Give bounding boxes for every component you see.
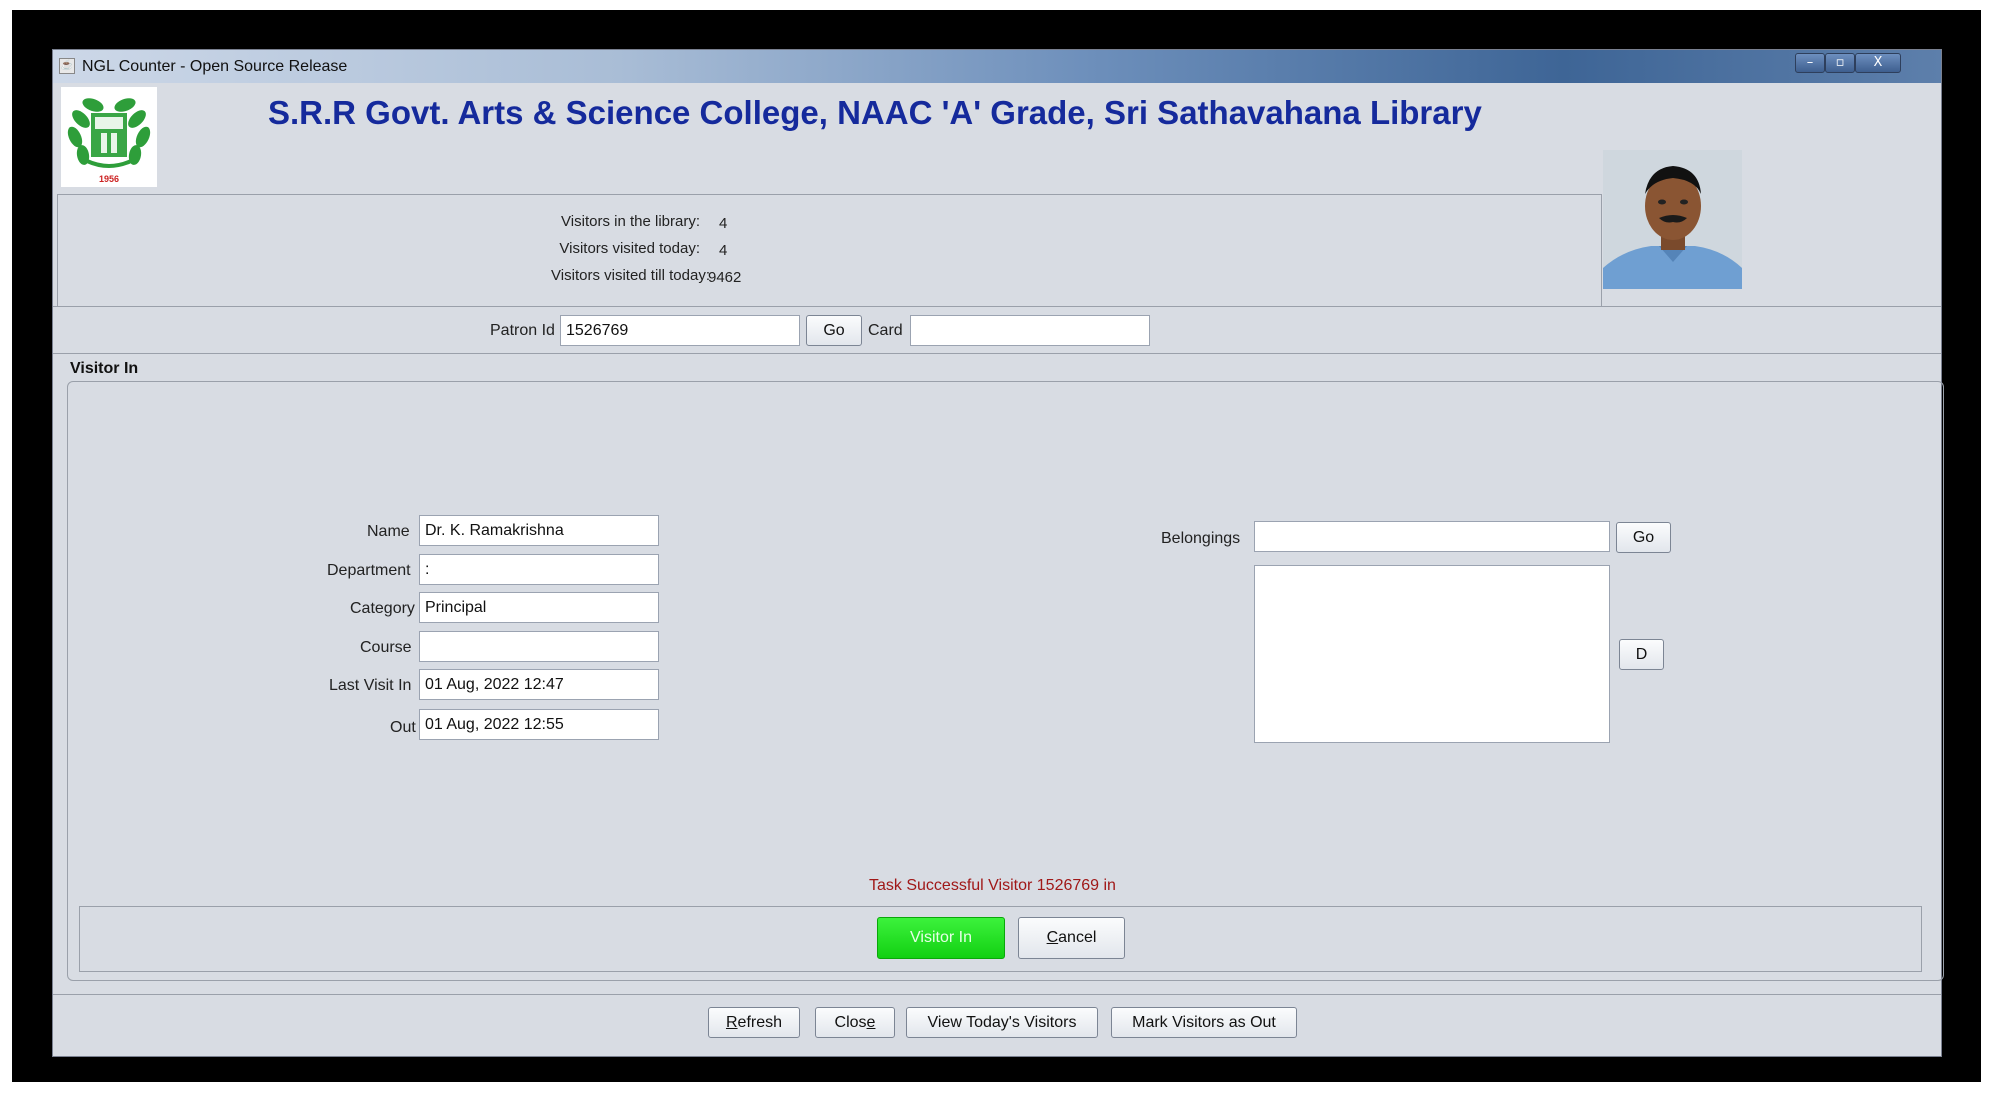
visitors-in-library-label: Visitors in the library: bbox=[561, 213, 700, 230]
name-label: Name bbox=[367, 523, 410, 540]
refresh-mnemonic: R bbox=[725, 1014, 738, 1031]
college-logo: 1956 bbox=[61, 87, 157, 187]
close-mnemonic: e bbox=[866, 1014, 876, 1031]
belongings-input[interactable] bbox=[1254, 521, 1610, 552]
patron-photo bbox=[1603, 150, 1742, 289]
java-app-icon: ☕ bbox=[59, 58, 75, 74]
last-visit-in-field[interactable]: 01 Aug, 2022 12:47 bbox=[419, 669, 659, 700]
logo-year: 1956 bbox=[98, 174, 120, 184]
mark-visitors-out-button[interactable]: Mark Visitors as Out bbox=[1111, 1007, 1297, 1038]
divider bbox=[53, 353, 1941, 354]
close-window-button[interactable]: X bbox=[1855, 53, 1901, 73]
close-label-start: Clos bbox=[834, 1014, 867, 1031]
status-message: Task Successful Visitor 1526769 in bbox=[869, 877, 1116, 894]
patron-go-button[interactable]: Go bbox=[806, 315, 862, 346]
app-window: ☕ NGL Counter - Open Source Release – ▫ … bbox=[52, 49, 1944, 1057]
visitor-in-section-title: Visitor In bbox=[70, 360, 139, 377]
minimize-button[interactable]: – bbox=[1795, 53, 1825, 73]
patron-id-input[interactable]: 1526769 bbox=[560, 315, 800, 346]
visitors-till-today-value: 9462 bbox=[708, 269, 742, 286]
college-emblem-icon bbox=[67, 98, 151, 168]
course-label: Course bbox=[360, 639, 412, 656]
cancel-mnemonic: C bbox=[1046, 929, 1059, 946]
belongings-label: Belongings bbox=[1161, 530, 1241, 547]
card-input[interactable] bbox=[910, 315, 1150, 346]
refresh-label-rest: efresh bbox=[737, 1014, 783, 1031]
refresh-button[interactable]: Refresh bbox=[708, 1007, 800, 1038]
visitors-today-value: 4 bbox=[719, 242, 728, 259]
last-visit-in-label: Last Visit In bbox=[329, 677, 412, 694]
department-field[interactable]: : bbox=[419, 554, 659, 585]
belongings-delete-button[interactable]: D bbox=[1619, 639, 1664, 670]
category-field[interactable]: Principal bbox=[419, 592, 659, 623]
visitors-in-library-value: 4 bbox=[719, 215, 728, 232]
cancel-label-rest: ancel bbox=[1058, 929, 1097, 946]
institution-heading: S.R.R Govt. Arts & Science College, NAAC… bbox=[268, 94, 1482, 131]
card-label: Card bbox=[868, 322, 903, 339]
visitors-till-today-label: Visitors visited till today: bbox=[551, 267, 710, 284]
category-label: Category bbox=[350, 600, 415, 617]
view-todays-visitors-button[interactable]: View Today's Visitors bbox=[906, 1007, 1098, 1038]
divider bbox=[53, 994, 1941, 995]
visitors-today-label: Visitors visited today: bbox=[559, 240, 700, 257]
department-label: Department bbox=[327, 562, 411, 579]
belongings-go-button[interactable]: Go bbox=[1616, 522, 1671, 553]
name-field[interactable]: Dr. K. Ramakrishna bbox=[419, 515, 659, 546]
title-bar[interactable]: ☕ NGL Counter - Open Source Release – ▫ … bbox=[53, 50, 1941, 83]
out-label: Out bbox=[390, 719, 416, 736]
cancel-button[interactable]: Cancel bbox=[1018, 917, 1125, 959]
visitor-in-button[interactable]: Visitor In bbox=[877, 917, 1005, 959]
out-field[interactable]: 01 Aug, 2022 12:55 bbox=[419, 709, 659, 740]
visitor-stats-panel: Visitors in the library: 4 Visitors visi… bbox=[57, 194, 1602, 307]
belongings-list[interactable] bbox=[1254, 565, 1610, 743]
close-button[interactable]: Close bbox=[815, 1007, 895, 1038]
course-field[interactable] bbox=[419, 631, 659, 662]
window-title: NGL Counter - Open Source Release bbox=[82, 58, 348, 75]
maximize-button[interactable]: ▫ bbox=[1825, 53, 1855, 73]
patron-id-label: Patron Id bbox=[490, 322, 555, 339]
patron-portrait-image bbox=[1603, 150, 1742, 289]
divider bbox=[53, 306, 1941, 307]
